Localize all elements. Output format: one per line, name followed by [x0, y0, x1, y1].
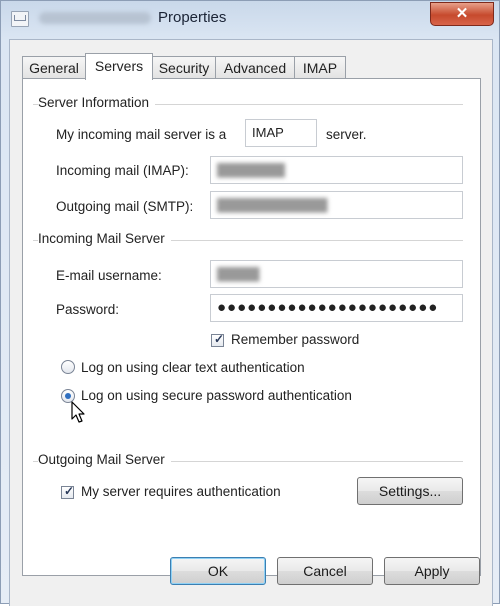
- incoming-type-suffix: server.: [326, 127, 367, 142]
- password-mask: ●●●●●●●●●●●●●●●●●●●●●●: [217, 299, 439, 316]
- properties-window: Properties ✕ General Servers Security Ad…: [0, 0, 500, 606]
- outgoing-mail-redacted: █████████████: [217, 198, 328, 212]
- incoming-type-prefix: My incoming mail server is a: [56, 127, 227, 142]
- tab-servers[interactable]: Servers: [85, 53, 153, 80]
- outgoing-mail-input[interactable]: █████████████: [210, 191, 463, 219]
- tab-imap[interactable]: IMAP: [294, 56, 346, 79]
- title-bar[interactable]: Properties ✕: [1, 1, 499, 37]
- username-input[interactable]: █████: [210, 260, 463, 288]
- window-title: Properties: [158, 9, 227, 26]
- incoming-server-type-field: IMAP: [245, 119, 317, 147]
- checkmark-icon: ✓: [214, 332, 225, 346]
- username-label: E-mail username:: [56, 268, 162, 283]
- checkmark-icon: ✓: [64, 484, 75, 498]
- servers-panel: Server Information My incoming mail serv…: [22, 78, 481, 576]
- settings-button[interactable]: Settings...: [357, 477, 463, 505]
- outgoing-mail-label: Outgoing mail (SMTP):: [56, 199, 194, 214]
- tab-security[interactable]: Security: [152, 56, 216, 79]
- close-icon: ✕: [455, 5, 469, 22]
- clear-text-auth-label: Log on using clear text authentication: [81, 360, 305, 375]
- password-input[interactable]: ●●●●●●●●●●●●●●●●●●●●●●: [210, 294, 463, 322]
- apply-button[interactable]: Apply: [384, 557, 480, 585]
- incoming-server-type-value: IMAP: [252, 125, 284, 140]
- close-button[interactable]: ✕: [430, 2, 494, 26]
- username-redacted: █████: [217, 267, 260, 281]
- server-info-heading: Server Information: [38, 95, 156, 110]
- remember-password-checkbox[interactable]: ✓: [211, 332, 225, 347]
- mail-app-icon: [11, 11, 29, 27]
- incoming-server-heading: Incoming Mail Server: [38, 231, 171, 246]
- incoming-mail-label: Incoming mail (IMAP):: [56, 163, 189, 178]
- cancel-button[interactable]: Cancel: [277, 557, 373, 585]
- ok-button[interactable]: OK: [170, 557, 266, 585]
- tab-general[interactable]: General: [22, 56, 86, 79]
- requires-auth-label: My server requires authentication: [81, 484, 281, 499]
- requires-auth-checkbox[interactable]: ✓: [61, 484, 75, 499]
- blurred-account-name: [39, 12, 151, 24]
- incoming-mail-redacted: ████████: [217, 163, 286, 177]
- clear-text-auth-radio[interactable]: [61, 360, 75, 374]
- dialog-client-area: General Servers Security Advanced IMAP S…: [9, 39, 493, 606]
- remember-password-label: Remember password: [231, 332, 360, 347]
- password-label: Password:: [56, 302, 120, 317]
- secure-password-auth-label: Log on using secure password authenticat…: [81, 388, 352, 403]
- tab-advanced[interactable]: Advanced: [215, 56, 295, 79]
- radio-selected-dot: [65, 393, 71, 399]
- incoming-mail-input[interactable]: ████████: [210, 156, 463, 184]
- mouse-pointer-icon: [71, 401, 85, 423]
- outgoing-server-heading: Outgoing Mail Server: [38, 452, 171, 467]
